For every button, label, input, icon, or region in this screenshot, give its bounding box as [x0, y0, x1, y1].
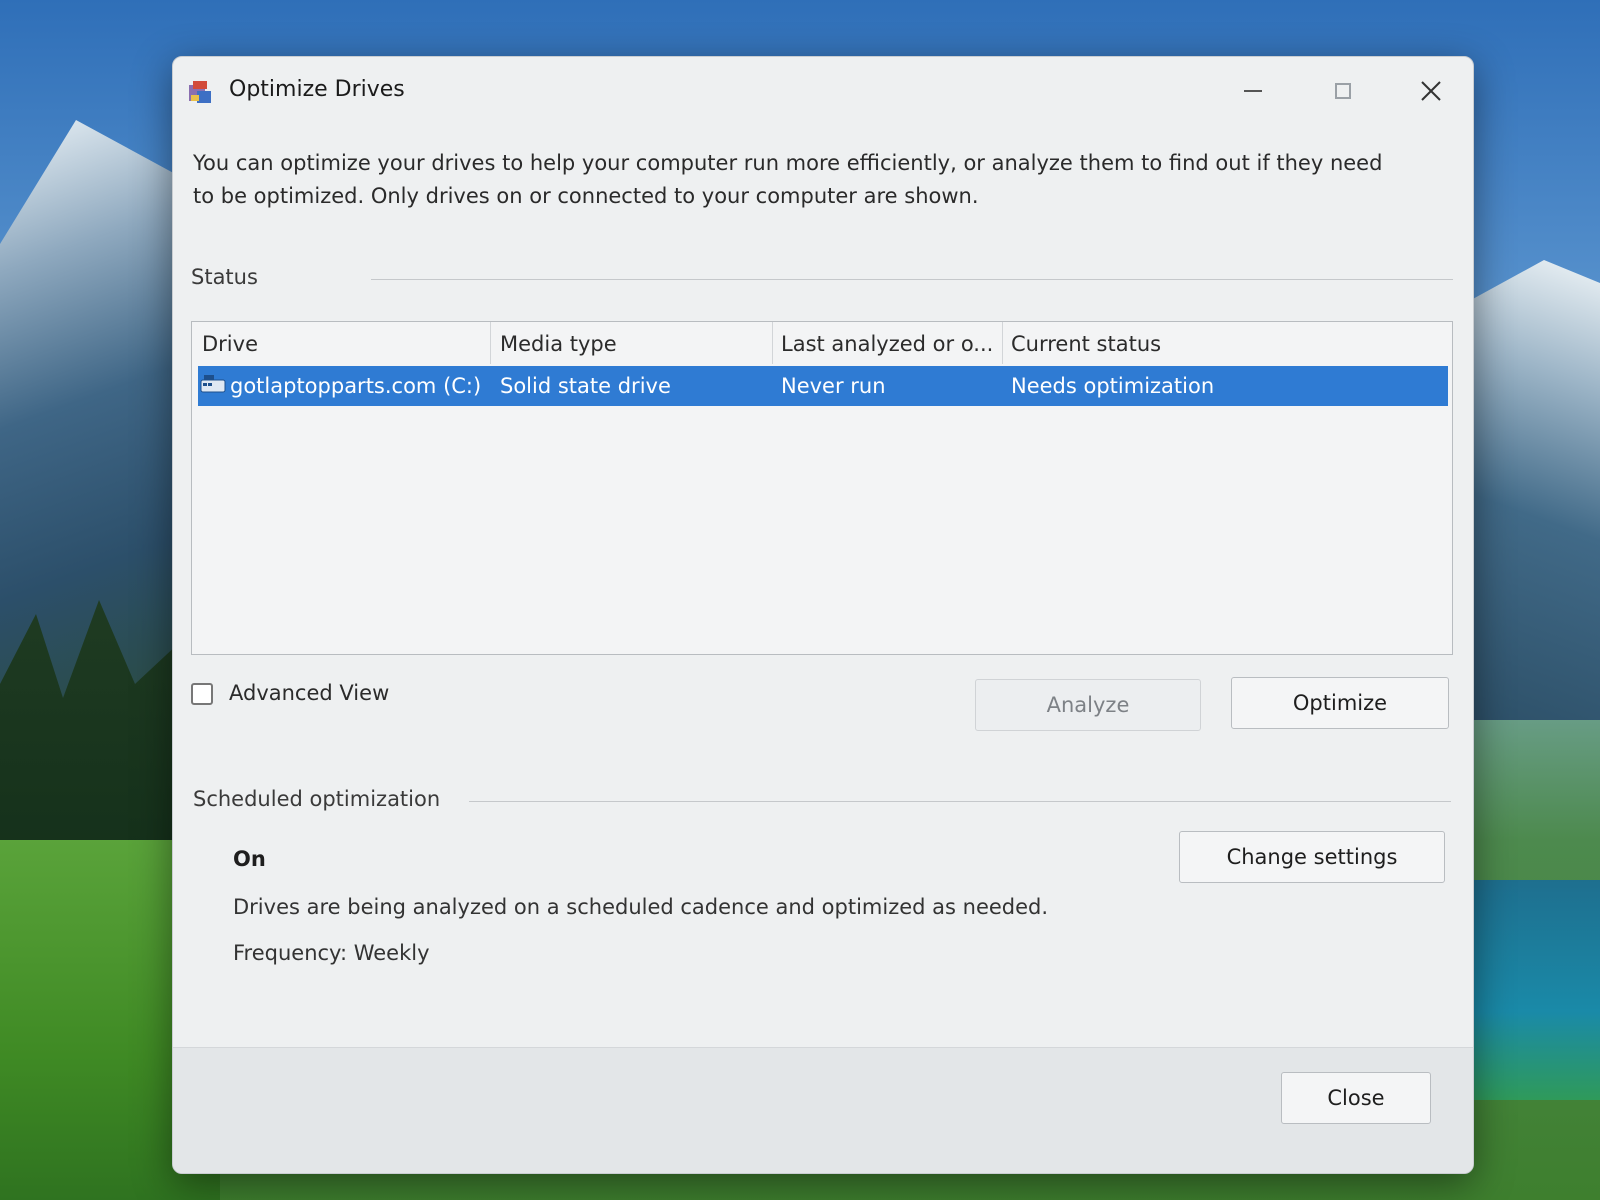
cell-drive: gotlaptopparts.com (C:) [230, 374, 482, 398]
description-text: You can optimize your drives to help you… [193, 151, 1383, 208]
schedule-state: On [233, 847, 266, 871]
close-button[interactable]: Close [1281, 1072, 1431, 1124]
maximize-icon [1335, 83, 1351, 99]
scheduled-divider [469, 801, 1451, 802]
column-header-last-analyzed[interactable]: Last analyzed or o... [781, 332, 993, 356]
advanced-view-checkbox[interactable] [191, 683, 213, 705]
defrag-icon [187, 79, 213, 105]
close-window-button[interactable] [1401, 71, 1461, 111]
drives-list[interactable]: Drive Media type Last analyzed or o... C… [191, 321, 1453, 655]
column-header-current-status[interactable]: Current status [1011, 332, 1161, 356]
cell-current-status: Needs optimization [1011, 374, 1215, 398]
change-settings-button[interactable]: Change settings [1179, 831, 1445, 883]
minimize-icon [1244, 90, 1262, 92]
status-section-label: Status [191, 265, 258, 289]
maximize-button[interactable] [1313, 71, 1373, 111]
drive-icon [200, 374, 226, 394]
schedule-frequency: Frequency: Weekly [233, 941, 430, 965]
column-header-media-type[interactable]: Media type [500, 332, 617, 356]
wallpaper-mountain-right [1460, 260, 1600, 720]
column-header-drive[interactable]: Drive [202, 332, 258, 356]
title-bar[interactable]: Optimize Drives [173, 57, 1473, 121]
wallpaper-lake [1460, 880, 1600, 1100]
status-divider [371, 279, 1453, 280]
scheduled-section-label: Scheduled optimization [193, 787, 441, 811]
list-header: Drive Media type Last analyzed or o... C… [192, 322, 1452, 364]
cell-last-analyzed: Never run [781, 374, 886, 398]
column-divider[interactable] [490, 322, 491, 364]
analyze-button[interactable]: Analyze [975, 679, 1201, 731]
table-row[interactable]: gotlaptopparts.com (C:) Solid state driv… [198, 366, 1448, 406]
optimize-button[interactable]: Optimize [1231, 677, 1449, 729]
advanced-view-label[interactable]: Advanced View [229, 681, 389, 705]
schedule-description: Drives are being analyzed on a scheduled… [233, 895, 1049, 919]
minimize-button[interactable] [1223, 71, 1283, 111]
column-divider[interactable] [772, 322, 773, 364]
column-divider[interactable] [1002, 322, 1003, 364]
window-title: Optimize Drives [229, 77, 405, 102]
dialog-footer: Close [173, 1047, 1473, 1173]
close-icon [1421, 81, 1441, 101]
optimize-drives-window: Optimize Drives You can optimize your dr… [172, 56, 1474, 1174]
cell-media-type: Solid state drive [500, 374, 671, 398]
